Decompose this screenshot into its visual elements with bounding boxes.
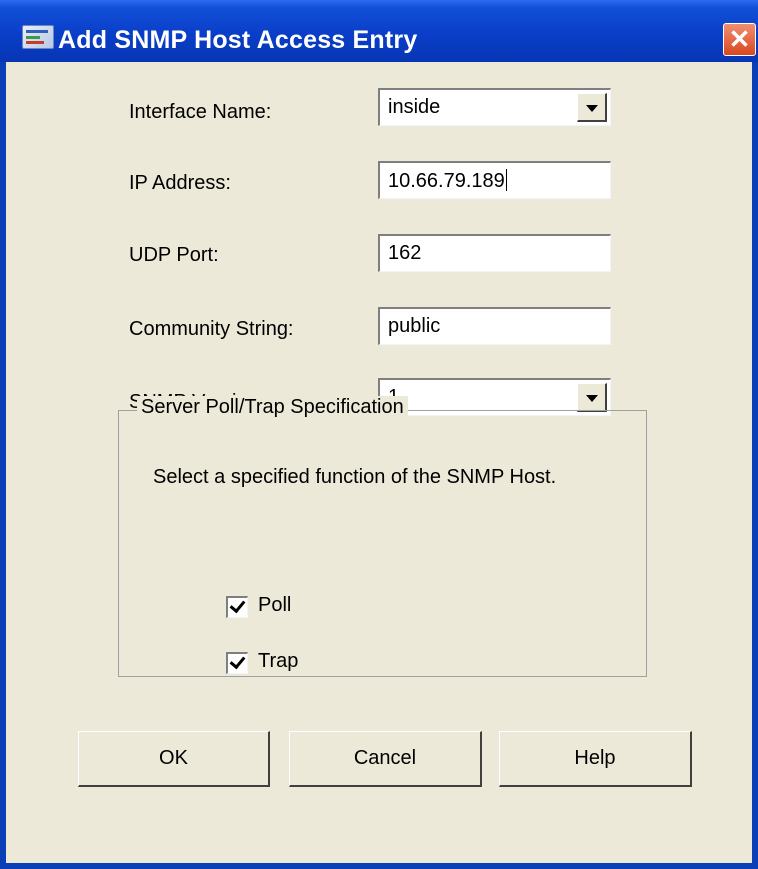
text-cursor: [505, 169, 507, 191]
poll-checkbox[interactable]: [226, 596, 248, 618]
trap-checkbox[interactable]: [226, 652, 248, 674]
ip-address-label: IP Address:: [129, 172, 231, 194]
close-button[interactable]: ✕: [723, 23, 756, 56]
groupbox-description: Select a specified function of the SNMP …: [153, 466, 557, 488]
chevron-down-icon: [586, 395, 598, 402]
ok-button[interactable]: OK: [78, 731, 270, 787]
server-poll-trap-groupbox: [118, 410, 647, 677]
community-string-value: public: [388, 315, 441, 337]
poll-label: Poll: [258, 594, 292, 616]
community-string-label: Community String:: [129, 318, 294, 340]
dialog-window: Add SNMP Host Access Entry ✕ Interface N…: [0, 0, 758, 869]
title-bar[interactable]: Add SNMP Host Access Entry ✕: [0, 0, 758, 62]
cancel-button[interactable]: Cancel: [289, 731, 482, 787]
udp-port-label: UDP Port:: [129, 244, 219, 266]
snmp-version-dropdown-button[interactable]: [577, 383, 607, 412]
ip-address-value: 10.66.79.189: [388, 170, 505, 192]
interface-name-dropdown-button[interactable]: [577, 93, 607, 122]
ip-address-input[interactable]: 10.66.79.189: [378, 161, 611, 199]
interface-name-value: inside: [388, 96, 441, 118]
help-button[interactable]: Help: [499, 731, 692, 787]
checkmark-icon: [229, 652, 246, 670]
interface-name-label: Interface Name:: [129, 101, 272, 123]
window-title: Add SNMP Host Access Entry: [58, 26, 418, 54]
trap-label: Trap: [258, 650, 299, 672]
interface-name-select[interactable]: inside: [378, 88, 611, 126]
chevron-down-icon: [586, 105, 598, 112]
checkmark-icon: [229, 596, 246, 614]
community-string-input[interactable]: public: [378, 307, 611, 345]
groupbox-legend: Server Poll/Trap Specification: [137, 396, 408, 419]
app-icon: [22, 25, 54, 49]
close-icon: ✕: [728, 24, 751, 54]
udp-port-value: 162: [388, 242, 422, 264]
udp-port-input[interactable]: 162: [378, 234, 611, 272]
